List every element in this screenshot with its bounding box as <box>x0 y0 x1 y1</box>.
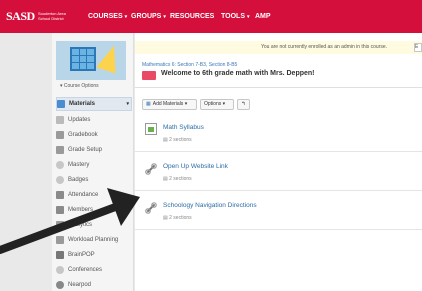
gradebook-icon <box>56 131 64 139</box>
nav-amp[interactable]: AMP <box>255 0 271 33</box>
attendance-icon <box>56 191 64 199</box>
grid-icon <box>70 47 96 71</box>
sidebar-item-label: Workload Planning <box>68 237 119 243</box>
folder-icon <box>57 100 65 108</box>
material-sections: 2 sections <box>169 137 192 143</box>
badges-icon <box>56 176 64 184</box>
chevron-down-icon: ▾ <box>222 101 226 107</box>
course-breadcrumb[interactable]: Mathematics 6: Section 7-B3, Section 8-B… <box>142 62 237 68</box>
nav-tools[interactable]: TOOLS ▾ <box>221 0 250 33</box>
page-title: Welcome to 6th grade math with Mrs. Depp… <box>161 70 315 77</box>
nav-resources[interactable]: RESOURCES <box>170 0 214 33</box>
chevron-down-icon: ▾ <box>126 101 129 107</box>
sidebar-item-badges[interactable]: Badges <box>56 174 132 186</box>
sidebar-item-label: Members <box>68 207 94 213</box>
nearpod-icon <box>56 281 64 289</box>
chevron-down-icon: ▾ <box>163 14 166 20</box>
logo-wordmark: SASD <box>6 9 35 23</box>
chevron-down-icon: ▾ <box>246 14 250 20</box>
options-label: Options <box>204 101 222 107</box>
sidebar-item-updates[interactable]: Updates <box>56 114 132 126</box>
options-button[interactable]: Options ▾ <box>200 99 234 110</box>
sidebar-item-brainpop[interactable]: BrainPOP <box>56 249 132 261</box>
sidebar-item-label: Updates <box>68 117 91 123</box>
grade-setup-icon <box>56 146 64 154</box>
nav-groups-label: GROUPS <box>131 13 162 20</box>
material-meta: ▤ 2 sections <box>163 176 192 182</box>
sidebar-item-label: Materials <box>69 101 96 107</box>
top-navigation-bar: SASD Souderton Area School District COUR… <box>0 0 422 33</box>
nav-amp-label: AMP <box>255 13 271 20</box>
analytics-icon <box>56 221 64 229</box>
material-item[interactable]: Schoology Navigation Directions ▤ 2 sect… <box>135 192 422 230</box>
chevron-down-icon: ▾ <box>124 14 128 20</box>
add-materials-icon: ▦ <box>146 101 151 107</box>
mastery-icon <box>56 161 64 169</box>
sidebar-item-label: Grade Setup <box>68 147 103 153</box>
add-materials-button[interactable]: ▦ Add Materials ▾ <box>142 99 197 110</box>
district-logo[interactable]: SASD Souderton Area School District <box>6 9 66 25</box>
sidebar-item-label: Attendance <box>68 192 99 198</box>
admin-notice-bar: You are not currently enrolled as an adm… <box>135 41 422 54</box>
sidebar-item-label: Badges <box>68 177 89 183</box>
sidebar-item-mastery[interactable]: Mastery <box>56 159 132 171</box>
sidebar-item-label: BrainPOP <box>68 252 95 258</box>
material-item[interactable]: Open Up Website Link ▤ 2 sections <box>135 153 422 191</box>
course-sidebar: ▾ Course Options Materials ▾ Updates Gra… <box>52 33 134 291</box>
add-materials-label: Add Materials <box>152 101 184 107</box>
sidebar-item-grade-setup[interactable]: Grade Setup <box>56 144 132 156</box>
sidebar-item-conferences[interactable]: Conferences <box>56 264 132 276</box>
sidebar-item-materials[interactable]: Materials ▾ <box>56 97 132 111</box>
course-options-label: Course Options <box>63 83 99 89</box>
sidebar-item-label: Nearpod <box>68 282 92 288</box>
material-sections: 2 sections <box>169 176 192 182</box>
nav-tools-label: TOOLS <box>221 13 245 20</box>
document-icon <box>145 123 157 135</box>
conferences-icon <box>56 266 64 274</box>
material-title[interactable]: Open Up Website Link <box>163 163 228 170</box>
material-meta: ▤ 2 sections <box>163 215 192 221</box>
workload-icon <box>56 236 64 244</box>
sidebar-item-attendance[interactable]: Attendance <box>56 189 132 201</box>
sidebar-item-label: Mastery <box>68 162 90 168</box>
sidebar-item-label: Analytics <box>68 222 93 228</box>
nav-courses[interactable]: COURSES ▾ <box>88 0 127 33</box>
sidebar-item-label: Conferences <box>68 267 103 273</box>
sidebar-item-gradebook[interactable]: Gradebook <box>56 129 132 141</box>
link-icon <box>145 201 157 214</box>
nav-courses-label: COURSES <box>88 13 123 20</box>
reorder-button[interactable]: ↰ <box>237 99 250 110</box>
admin-notice-text: You are not currently enrolled as an adm… <box>261 44 387 50</box>
course-color-tag <box>142 71 156 80</box>
logo-subtitle: Souderton Area School District <box>38 11 66 21</box>
members-icon <box>56 206 64 214</box>
sidebar-item-label: Gradebook <box>68 132 98 138</box>
enroll-button[interactable]: E <box>414 43 422 52</box>
sidebar-item-members[interactable]: Members <box>56 204 132 216</box>
sidebar-item-workload-planning[interactable]: Workload Planning <box>56 234 132 246</box>
nav-resources-label: RESOURCES <box>170 13 215 20</box>
triangle-ruler-icon <box>96 42 124 74</box>
material-title[interactable]: Math Syllabus <box>163 124 204 131</box>
material-sections: 2 sections <box>169 215 192 221</box>
material-item[interactable]: Math Syllabus ▤ 2 sections <box>135 114 422 152</box>
course-cover-image <box>56 41 126 80</box>
course-main-content: You are not currently enrolled as an adm… <box>135 33 422 291</box>
sidebar-item-nearpod[interactable]: Nearpod <box>56 279 132 291</box>
course-options-toggle[interactable]: ▾ Course Options <box>60 83 99 89</box>
material-title[interactable]: Schoology Navigation Directions <box>163 202 257 209</box>
material-meta: ▤ 2 sections <box>163 137 192 143</box>
divider <box>135 87 422 88</box>
nav-groups[interactable]: GROUPS ▾ <box>131 0 166 33</box>
link-icon <box>145 162 157 175</box>
brainpop-icon <box>56 251 64 259</box>
reorder-icon: ↰ <box>241 101 246 107</box>
sidebar-item-analytics[interactable]: Analytics <box>56 219 132 231</box>
chevron-down-icon: ▾ <box>184 101 188 107</box>
updates-icon <box>56 116 64 124</box>
